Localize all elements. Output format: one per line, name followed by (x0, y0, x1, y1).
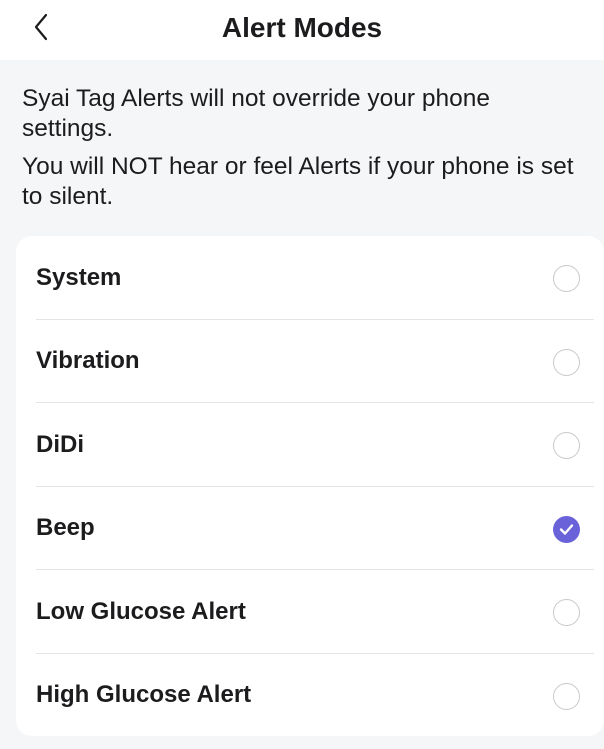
radio-checked-icon[interactable] (553, 515, 580, 543)
option-didi[interactable]: DiDi (16, 403, 604, 487)
page-title: Alert Modes (221, 12, 383, 43)
info-line-override: Syai Tag Alerts will not override your p… (22, 85, 491, 142)
checkmark-icon (559, 523, 574, 535)
option-label: High Glucose Alert (36, 681, 252, 709)
option-label: System (36, 263, 122, 291)
option-label: Beep (36, 514, 95, 542)
radio-unchecked-icon[interactable] (553, 432, 580, 459)
option-high-glucose-alert[interactable]: High Glucose Alert (16, 654, 604, 738)
info-line-silent: You will NOT hear or feel Alerts if your… (22, 153, 574, 210)
radio-unchecked-icon[interactable] (553, 682, 580, 710)
radio-unchecked-icon[interactable] (553, 599, 580, 626)
radio-unchecked-icon[interactable] (553, 265, 580, 292)
radio-unchecked-icon[interactable] (553, 348, 580, 376)
header-bar: Alert Modes (0, 0, 604, 60)
option-label: Low Glucose Alert (36, 597, 246, 625)
option-low-glucose-alert[interactable]: Low Glucose Alert (16, 570, 604, 654)
alert-mode-list: System Vibration DiDi Beep Low Glucose A… (16, 236, 604, 736)
option-system[interactable]: System (16, 236, 604, 320)
info-text: Syai Tag Alerts will not override your p… (0, 60, 604, 212)
option-beep[interactable]: Beep (16, 487, 604, 570)
option-label: Vibration (36, 347, 140, 375)
option-label: DiDi (36, 430, 84, 458)
option-vibration[interactable]: Vibration (16, 320, 604, 403)
